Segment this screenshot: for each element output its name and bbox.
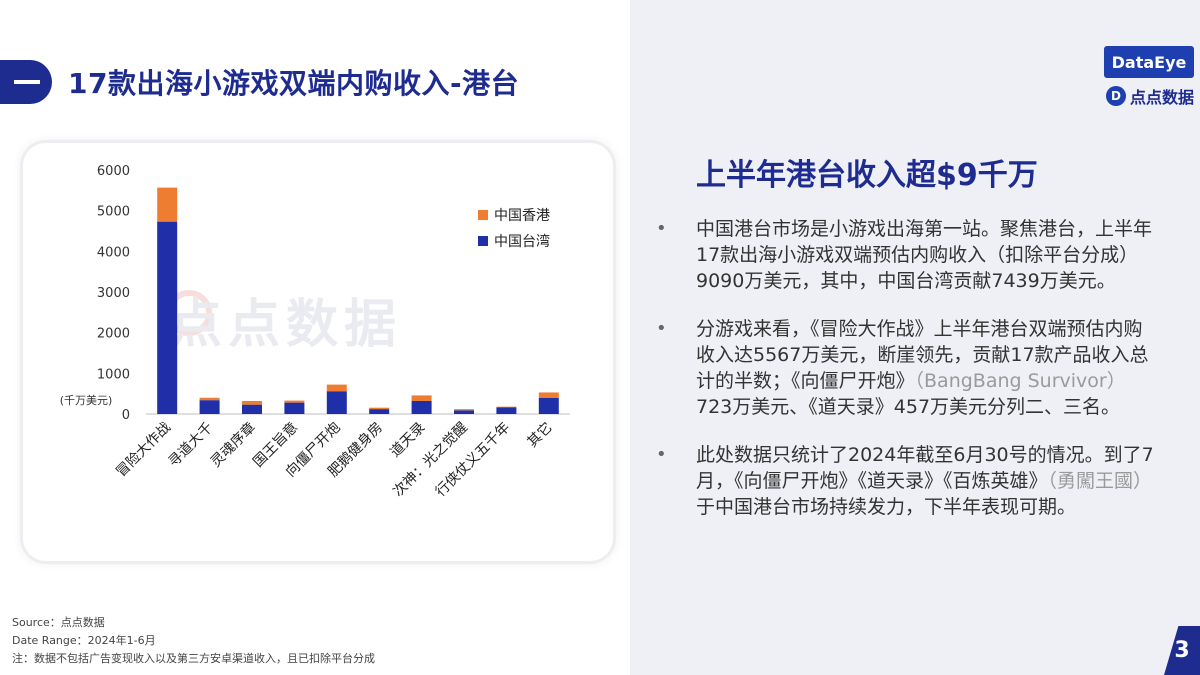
x-tick-label: 行侠仗义五千年 [433,420,514,501]
x-tick-label: 道天录 [387,420,428,461]
bar-taiwan [242,404,262,414]
bar-taiwan [538,397,559,414]
diandian-logo-icon: D [1106,86,1126,106]
page-title: 17款出海小游戏双端内购收入-港台 [68,67,520,100]
y-unit-label: (千万美元) [60,394,113,407]
bar-hongkong [496,406,517,408]
footnote-date-range: Date Range：2024年1-6月 [12,634,156,647]
y-tick-label: 6000 [97,164,130,179]
bullet-text-english-name: （BangBang Survivor） [914,370,1126,392]
bullet-dot-icon: • [656,218,667,239]
bullet-text-part: 于中国港台市场持续发力，下半年表现可期。 [696,496,1077,518]
footnote-note: 注：数据不包括广告变现收入以及第三方安卓渠道收入，且已扣除平台分成 [12,652,375,665]
title-bar [0,60,52,104]
bullet-dot-icon: • [656,318,667,339]
y-tick-label: 4000 [97,245,130,260]
legend-label: 中国香港 [494,208,550,224]
bullet-text-part: 723万美元、《道天录》457万美元分列二、三名。 [696,396,1121,418]
y-tick-label: 2000 [97,327,130,342]
headline: 上半年港台收入超$9千万 [696,158,1038,193]
bar-hongkong [157,187,178,222]
bullet-list: • 中国港台市场是小游戏出海第一站。聚焦港台，上半年17款出海小游戏双端预估内购… [656,216,1156,542]
legend-swatch [478,236,488,246]
x-tick-label: 寻道大千 [166,420,217,471]
bullet-dot-icon: • [656,444,667,465]
bar-hongkong [538,392,559,398]
x-tick-label: 次神：光之觉醒 [390,420,471,501]
bullet-text: 此处数据只统计了2024年截至6月30号的情况。到了7月，《向僵尸开炮》《道天录… [696,442,1156,520]
dataeye-logo: DataEye [1104,46,1194,78]
x-tick-label: 冒险大作战 [113,420,174,481]
bar-hongkong [454,409,474,411]
x-tick-label: 其它 [524,419,556,451]
bullet-text: 分游戏来看，《冒险大作战》上半年港台双端预估内购收入达5567万美元，断崖领先，… [696,316,1156,420]
dash-icon [14,80,40,84]
bullet-text: 中国港台市场是小游戏出海第一站。聚焦港台，上半年17款出海小游戏双端预估内购收入… [696,216,1156,294]
bullet-item: • 分游戏来看，《冒险大作战》上半年港台双端预估内购收入达5567万美元，断崖领… [656,316,1156,420]
bar-taiwan [369,409,390,414]
bullet-item: • 此处数据只统计了2024年截至6月30号的情况。到了7月，《向僵尸开炮》《道… [656,442,1156,520]
y-tick-label: 5000 [97,205,130,220]
y-tick-label: 0 [122,408,130,423]
bullet-text-part: 中国港台市场是小游戏出海第一站。聚焦港台，上半年17款出海小游戏双端预估内购收入… [696,218,1153,292]
bar-taiwan [157,221,178,414]
bar-hongkong [284,400,305,403]
bar-hongkong [411,395,432,401]
footnote-source: Source：点点数据 [12,616,105,629]
bullet-item: • 中国港台市场是小游戏出海第一站。聚焦港台，上半年17款出海小游戏双端预估内购… [656,216,1156,294]
bar-hongkong [326,384,347,392]
bar-taiwan [284,402,305,414]
y-tick-label: 3000 [97,286,130,301]
bullet-text-traditional-name: （勇闖王國） [1047,470,1153,492]
diandian-logo: D 点点数据 [1106,84,1194,108]
bar-hongkong [199,397,220,401]
bar-chart: 0 1000 2000 3000 4000 5000 6000 (千万美元)冒险大作战寻道大千… [60,164,570,501]
x-tick-label: 灵魂序章 [207,419,259,471]
bar-taiwan [496,407,517,414]
bar-hongkong [242,400,262,405]
bar-hongkong [369,407,390,410]
legend-label: 中国台湾 [494,233,550,250]
bar-taiwan [411,400,432,414]
legend-swatch [478,210,488,220]
bar-taiwan [326,391,347,414]
y-tick-label: 1000 [97,367,130,382]
bar-taiwan [454,410,474,414]
diandian-logo-text: 点点数据 [1130,88,1195,107]
bar-taiwan [199,400,220,414]
